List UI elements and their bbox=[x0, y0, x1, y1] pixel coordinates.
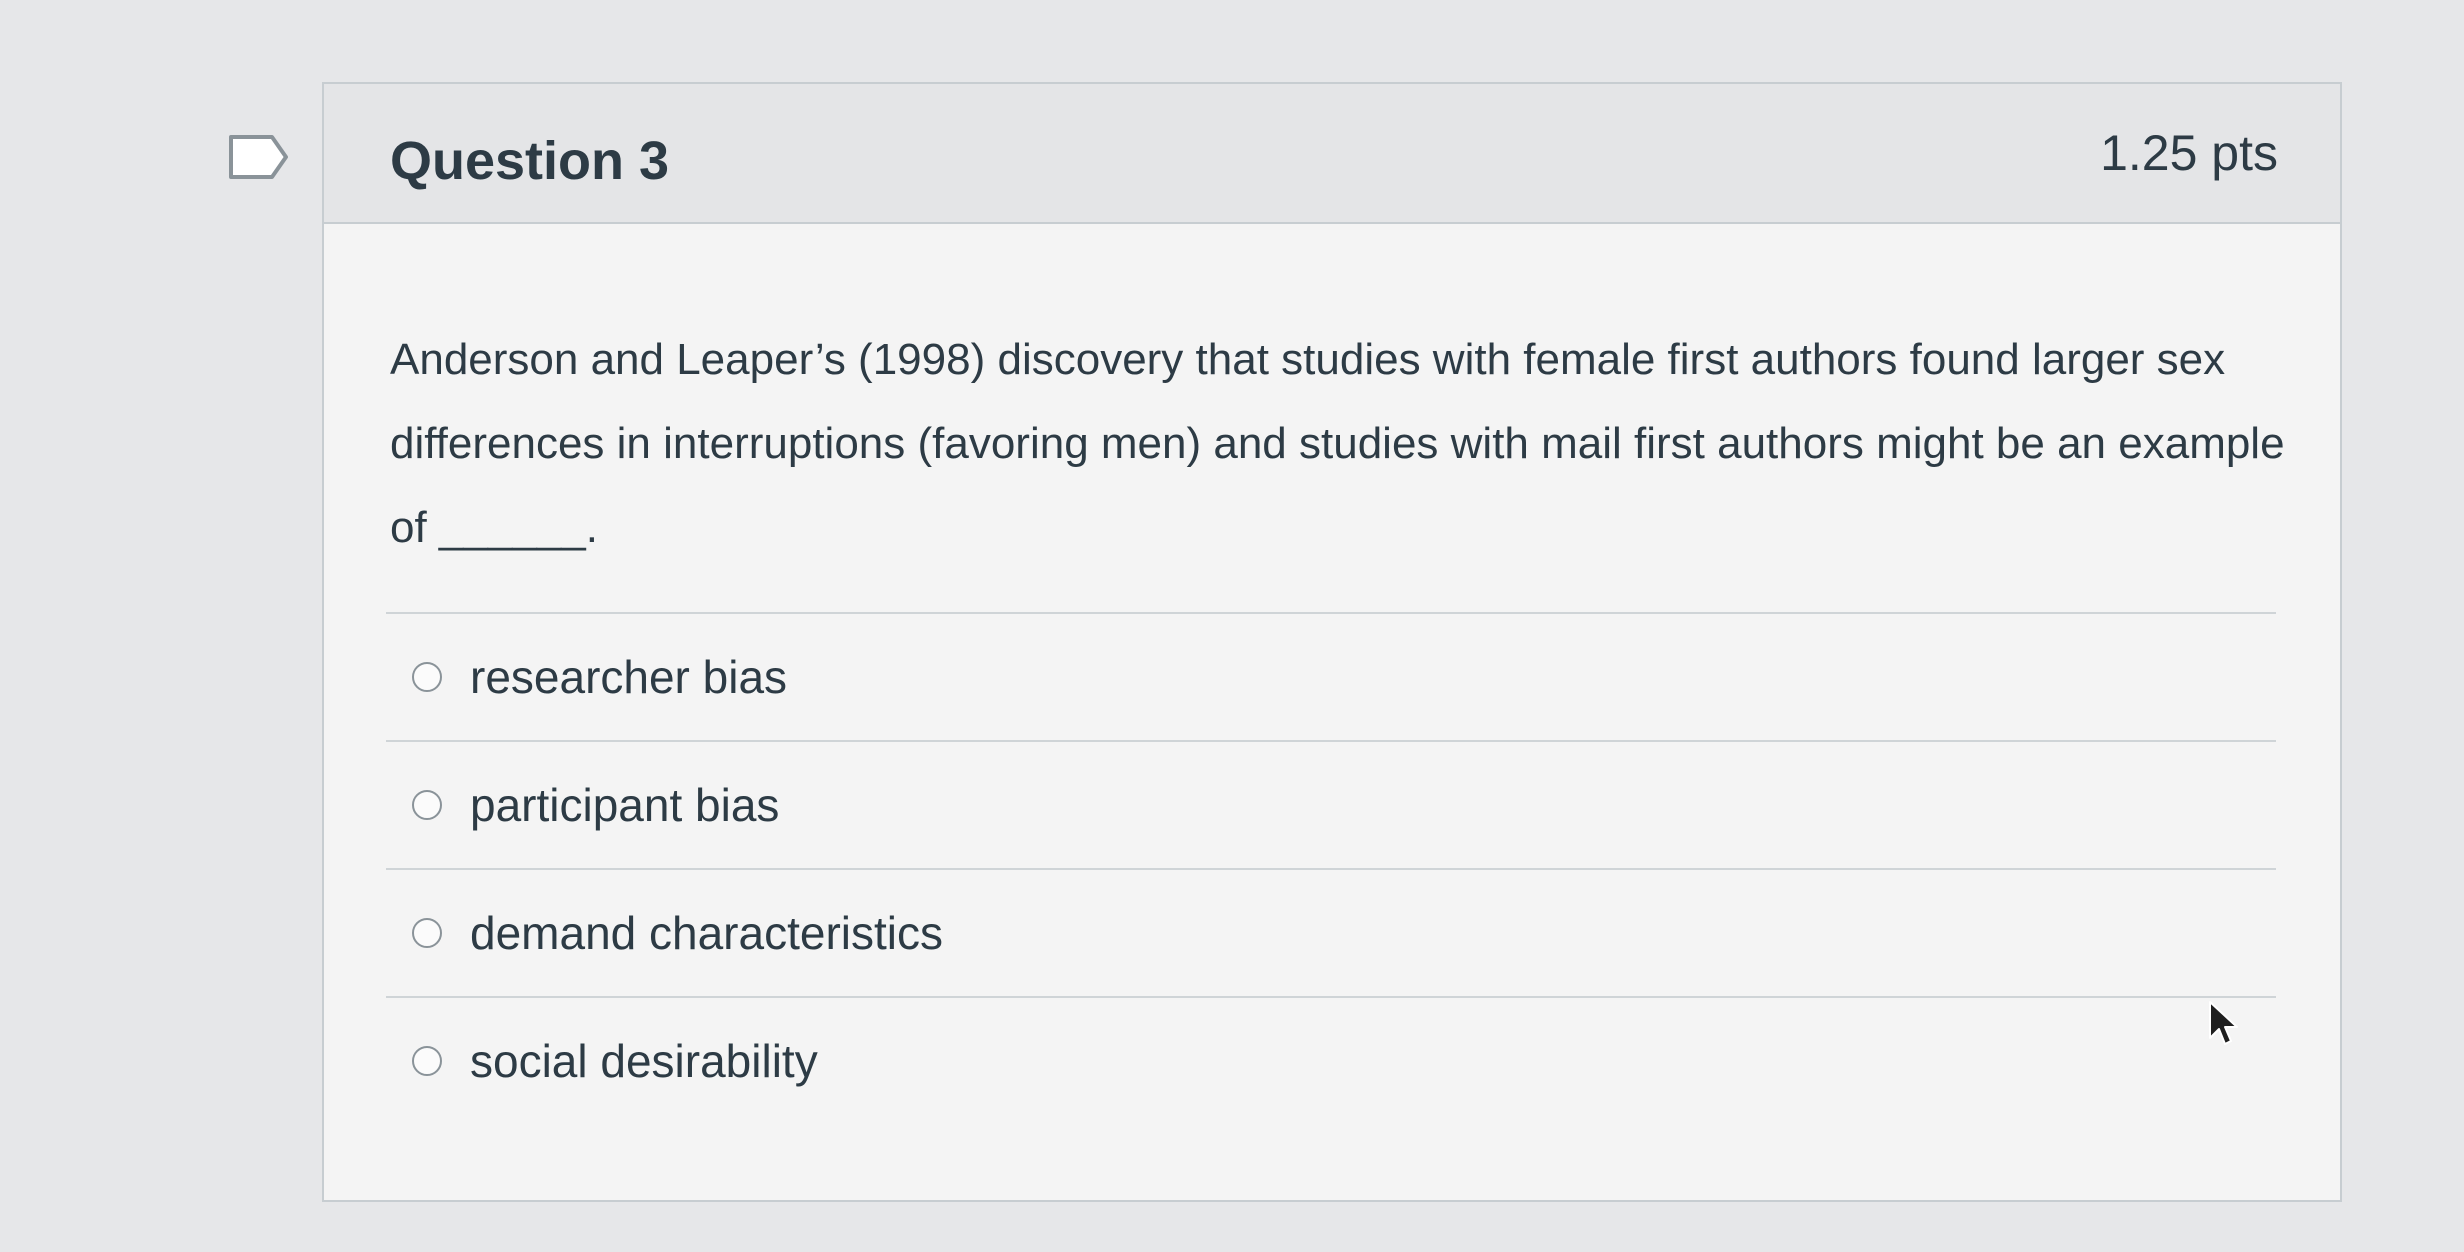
radio-button[interactable] bbox=[412, 790, 442, 820]
answer-option[interactable]: social desirability bbox=[386, 998, 2276, 1124]
radio-button[interactable] bbox=[412, 662, 442, 692]
question-title: Question 3 bbox=[390, 131, 670, 191]
answer-option[interactable]: researcher bias bbox=[386, 614, 2276, 742]
radio-button[interactable] bbox=[412, 1046, 442, 1076]
answer-option[interactable]: demand characteristics bbox=[386, 870, 2276, 998]
question-text: Anderson and Leaper’s (1998) discovery t… bbox=[390, 335, 2285, 552]
answer-label: participant bias bbox=[470, 779, 780, 831]
question-points: 1.25 pts bbox=[2100, 125, 2278, 181]
mouse-pointer-icon bbox=[2208, 1000, 2240, 1048]
question-header: Question 3 1.25 pts bbox=[324, 84, 2340, 224]
answer-label: social desirability bbox=[470, 1035, 818, 1087]
answer-label: demand characteristics bbox=[470, 907, 943, 959]
answer-label: researcher bias bbox=[470, 651, 788, 703]
answer-list: researcher bias participant bias demand … bbox=[386, 612, 2276, 1124]
question-card: Question 3 1.25 pts Anderson and Leaper’… bbox=[322, 82, 2342, 1202]
answer-option[interactable]: participant bias bbox=[386, 742, 2276, 870]
flag-question-icon[interactable] bbox=[228, 134, 290, 180]
radio-button[interactable] bbox=[412, 918, 442, 948]
